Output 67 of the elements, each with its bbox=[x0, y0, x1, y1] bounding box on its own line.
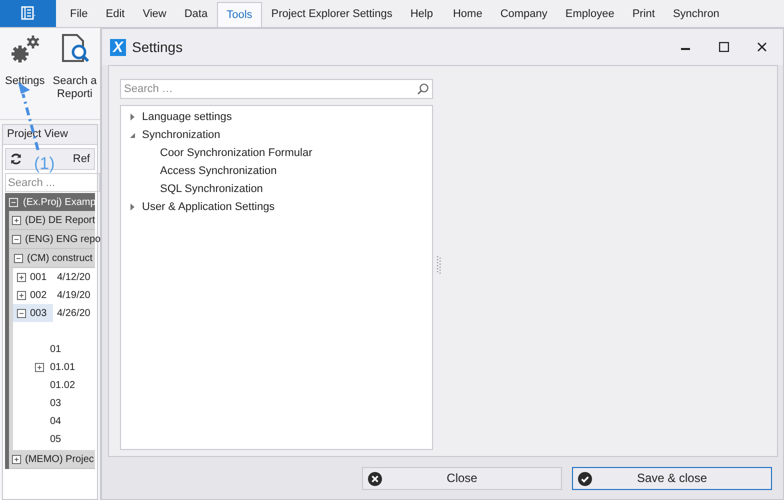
expand-arrow-icon[interactable] bbox=[129, 113, 136, 121]
expand-icon[interactable] bbox=[17, 290, 26, 300]
search-field[interactable]: Search ... bbox=[5, 173, 100, 192]
collapse-icon[interactable] bbox=[17, 308, 26, 318]
tree-item[interactable]: 003 bbox=[13, 304, 53, 322]
search-box[interactable]: Search … bbox=[120, 79, 433, 99]
close-icon bbox=[757, 42, 767, 52]
check-circle-icon bbox=[578, 472, 592, 486]
gears-icon bbox=[8, 33, 41, 65]
menu-tab[interactable]: Help bbox=[401, 2, 442, 27]
document-icon bbox=[20, 6, 36, 20]
save-button[interactable]: Save & close bbox=[572, 466, 772, 490]
tree-item[interactable]: SQL Synchronization bbox=[160, 180, 263, 198]
tree-item[interactable]: 03 bbox=[50, 396, 62, 410]
menu-tab[interactable]: Employee bbox=[556, 2, 624, 27]
search-field[interactable]: Search … bbox=[124, 80, 417, 98]
close-circle-icon bbox=[368, 472, 382, 486]
search-button[interactable]: Search a Reporti bbox=[48, 31, 97, 101]
splitter-grip-icon[interactable] bbox=[437, 256, 441, 274]
tree-item[interactable]: Access Synchronization bbox=[160, 162, 277, 180]
settings-button[interactable]: Settings bbox=[0, 31, 45, 88]
close-button[interactable]: Close bbox=[362, 466, 562, 490]
tree-item[interactable]: (CM) construct bbox=[27, 250, 93, 266]
expand-icon[interactable] bbox=[35, 362, 44, 372]
window-title: Settings bbox=[132, 38, 183, 57]
menu-tab[interactable]: Company bbox=[491, 2, 556, 27]
panel-title: Project View bbox=[3, 125, 97, 145]
menu-tab[interactable]: Tools bbox=[216, 2, 262, 27]
tree-item[interactable]: Synchronization bbox=[142, 126, 220, 144]
tree-item[interactable]: 04 bbox=[50, 414, 62, 428]
maximize-icon bbox=[719, 42, 729, 52]
tree-item[interactable]: 002 bbox=[13, 286, 53, 304]
collapse-arrow-icon[interactable] bbox=[129, 132, 136, 138]
expand-arrow-icon[interactable] bbox=[129, 203, 136, 211]
tree-item[interactable]: 01 bbox=[50, 342, 62, 356]
menu-tab[interactable]: View bbox=[134, 2, 176, 27]
date-cell-text: 4/26/20 bbox=[57, 306, 90, 320]
tree-item[interactable]: (Ex.Proj) Examp bbox=[23, 194, 96, 210]
search-icon[interactable] bbox=[417, 83, 429, 95]
app-menu-button[interactable] bbox=[0, 0, 56, 27]
collapse-icon[interactable] bbox=[14, 254, 23, 262]
menu-tab[interactable]: Edit bbox=[96, 2, 134, 27]
refresh-button[interactable]: Ref bbox=[72, 150, 90, 168]
tree-item[interactable]: Coor Synchronization Formular bbox=[160, 144, 312, 162]
menu-tab[interactable]: Home bbox=[444, 2, 492, 27]
annotation-label: (1) bbox=[34, 153, 55, 175]
refresh-icon[interactable] bbox=[10, 153, 22, 165]
tree-item[interactable]: Language settings bbox=[142, 108, 232, 126]
expand-icon[interactable] bbox=[12, 216, 21, 224]
tree-item[interactable]: (ENG) ENG repo bbox=[25, 232, 101, 246]
menu-tab[interactable]: Synchron bbox=[664, 2, 728, 27]
tree-item[interactable]: User & Application Settings bbox=[142, 198, 275, 216]
tree-item[interactable]: 01.01 bbox=[50, 360, 76, 374]
tree-item[interactable]: 05 bbox=[50, 432, 62, 446]
expand-icon[interactable] bbox=[17, 272, 26, 282]
menu-tab[interactable]: Print bbox=[623, 2, 664, 27]
tree-item[interactable]: 001 bbox=[13, 268, 53, 286]
date-cell-text: 4/19/20 bbox=[57, 288, 90, 302]
menu-tab[interactable]: Project Explorer Settings bbox=[262, 2, 402, 27]
tree-item[interactable]: 01.02 bbox=[50, 378, 76, 392]
menu-tab[interactable]: Data bbox=[175, 2, 217, 27]
date-cell-text: 4/12/20 bbox=[57, 270, 90, 284]
expand-icon[interactable] bbox=[12, 454, 21, 464]
app-logo: X bbox=[110, 38, 126, 56]
menu-tab[interactable]: File bbox=[61, 2, 97, 27]
document-search-icon bbox=[60, 33, 90, 65]
collapse-icon[interactable] bbox=[12, 234, 21, 244]
